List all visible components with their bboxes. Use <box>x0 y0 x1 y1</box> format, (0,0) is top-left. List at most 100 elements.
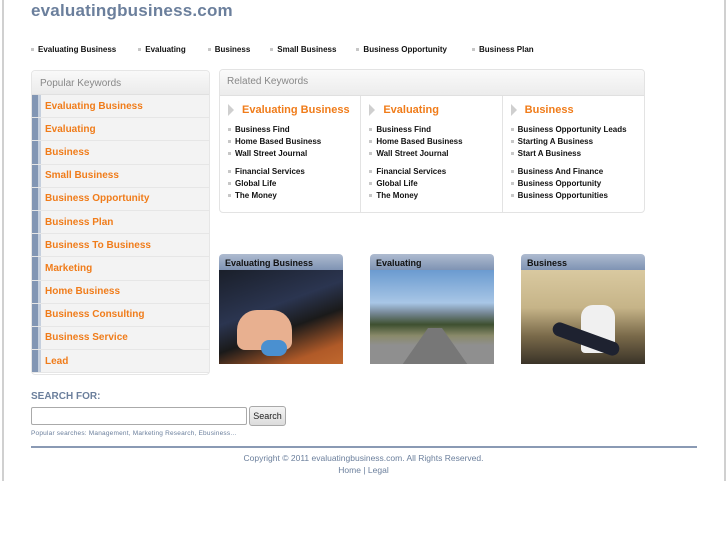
footer-separator: | <box>360 465 368 475</box>
popular-keywords-heading: Popular Keywords <box>32 71 209 95</box>
sidebar-item[interactable]: Business Consulting <box>32 303 209 327</box>
sidebar-item[interactable]: Business To Business <box>32 234 209 258</box>
top-nav: Evaluating Business Evaluating Business … <box>31 45 556 54</box>
sidebar-item[interactable]: Business Service <box>32 326 209 351</box>
related-link-text: Business Find <box>376 125 432 135</box>
related-link[interactable]: Start A Business <box>510 147 644 159</box>
thumbnail-image[interactable] <box>370 270 494 364</box>
related-link[interactable]: Home Based Business <box>369 136 501 148</box>
related-link[interactable]: Wall Street Journal <box>228 147 360 159</box>
related-link[interactable]: Business Find <box>228 124 360 136</box>
thumbnail-title: Evaluating <box>370 254 494 270</box>
bullet-icon <box>510 193 514 197</box>
topnav-item[interactable]: Small Business <box>270 45 336 54</box>
related-link-text: Business Find <box>235 125 290 135</box>
thumbnail-card[interactable]: Business <box>521 254 645 364</box>
bullet-icon <box>510 182 514 186</box>
topnav-item[interactable]: Evaluating Business <box>31 45 116 54</box>
bullet-icon <box>228 128 231 132</box>
sidebar-item-label: Evaluating <box>45 123 96 135</box>
related-link[interactable]: Business Opportunity Leads <box>510 124 644 136</box>
related-link[interactable]: Business Find <box>369 124 501 136</box>
bullet-icon <box>510 151 514 155</box>
related-link[interactable]: Wall Street Journal <box>369 147 501 159</box>
arrow-right-icon <box>228 104 234 116</box>
bullet-icon <box>228 182 231 186</box>
sidebar-item[interactable]: Evaluating <box>32 118 209 142</box>
related-column: Business Business Opportunity Leads Star… <box>503 96 644 212</box>
sidebar-item[interactable]: Business Opportunity <box>32 187 209 211</box>
arrow-right-icon <box>510 104 517 116</box>
search-label: SEARCH FOR: <box>31 391 101 402</box>
related-link[interactable]: Business Opportunity <box>510 178 644 190</box>
related-column: Evaluating Business Business Find Home B… <box>220 96 362 212</box>
related-link-text: Start A Business <box>517 148 582 158</box>
copyright-text: Copyright © 2011 evaluatingbusiness.com.… <box>243 453 484 463</box>
thumbnail-title: Business <box>521 254 645 270</box>
thumbnail-title: Evaluating Business <box>219 254 343 270</box>
sidebar-item[interactable]: Business <box>32 141 209 165</box>
related-link-text: Starting A Business <box>517 137 594 147</box>
related-link[interactable]: Starting A Business <box>510 136 644 148</box>
sidebar-item[interactable]: Small Business <box>32 164 209 188</box>
sidebar-item[interactable]: Evaluating Business <box>32 95 209 119</box>
related-link-text: Business Opportunities <box>517 190 608 200</box>
thumbnail-image[interactable] <box>219 270 343 364</box>
related-link-text: Business Opportunity <box>517 179 602 189</box>
related-link[interactable]: Global Life <box>228 178 360 190</box>
related-link[interactable]: The Money <box>369 189 501 201</box>
search-input[interactable] <box>31 407 247 425</box>
related-link[interactable]: Home Based Business <box>228 136 360 148</box>
related-column-title-text: Evaluating <box>383 104 439 116</box>
site-title[interactable]: evaluatingbusiness.com <box>31 1 233 21</box>
related-column-title[interactable]: Business <box>510 104 644 116</box>
topnav-item[interactable]: Evaluating <box>138 45 186 54</box>
related-column-title-text: Evaluating Business <box>242 104 350 116</box>
bullet-icon <box>270 48 274 51</box>
related-link[interactable]: The Money <box>228 189 360 201</box>
related-link-text: Wall Street Journal <box>376 148 449 158</box>
topnav-label: Business <box>214 45 251 54</box>
popular-keywords-panel: Popular Keywords Evaluating Business Eva… <box>31 70 210 375</box>
bullet-icon <box>228 193 231 197</box>
search-button[interactable]: Search <box>249 406 286 426</box>
topnav-item[interactable]: Business Opportunity <box>356 45 447 54</box>
topnav-label: Business Plan <box>478 45 534 54</box>
related-keywords-panel: Related Keywords Evaluating Business Bus… <box>219 69 645 213</box>
sidebar-item-label: Business Plan <box>45 216 114 228</box>
sidebar-item-label: Home Business <box>45 286 121 298</box>
bullet-icon <box>228 170 231 174</box>
thumbnail-image[interactable] <box>521 270 645 364</box>
related-link[interactable]: Business Opportunities <box>510 189 644 201</box>
related-link-text: Home Based Business <box>235 137 322 147</box>
related-link[interactable]: Financial Services <box>369 166 501 178</box>
topnav-label: Evaluating Business <box>38 45 117 54</box>
footer-home-link[interactable]: Home <box>338 465 361 475</box>
related-column-title[interactable]: Evaluating <box>369 104 501 116</box>
related-column-title[interactable]: Evaluating Business <box>228 104 360 116</box>
footer-divider <box>31 446 697 448</box>
sidebar-item[interactable]: Home Business <box>32 280 209 304</box>
bullet-icon <box>369 151 373 155</box>
bullet-icon <box>369 170 373 174</box>
sidebar-item[interactable]: Marketing <box>32 257 209 281</box>
related-link-text: Business And Finance <box>517 167 604 177</box>
topnav-item[interactable]: Business <box>207 45 251 54</box>
related-link[interactable]: Business And Finance <box>510 166 644 178</box>
bullet-icon <box>510 128 514 132</box>
thumbnail-card[interactable]: Evaluating <box>370 254 494 364</box>
sidebar-item[interactable]: Lead <box>32 350 209 374</box>
related-link[interactable]: Financial Services <box>228 166 360 178</box>
bullet-icon <box>369 128 373 132</box>
thumbnail-card[interactable]: Evaluating Business <box>219 254 343 364</box>
sidebar-item[interactable]: Business Plan <box>32 210 209 235</box>
topnav-item[interactable]: Business Plan <box>471 45 534 54</box>
sidebar-item-label: Evaluating Business <box>45 100 143 112</box>
bullet-icon <box>138 48 142 51</box>
related-link[interactable]: Global Life <box>369 178 501 190</box>
footer-legal-link[interactable]: Legal <box>368 465 389 475</box>
bullet-icon <box>369 140 373 144</box>
sidebar-item-label: Business <box>45 146 90 158</box>
related-link-text: The Money <box>235 190 277 200</box>
topnav-label: Business Opportunity <box>363 45 447 54</box>
